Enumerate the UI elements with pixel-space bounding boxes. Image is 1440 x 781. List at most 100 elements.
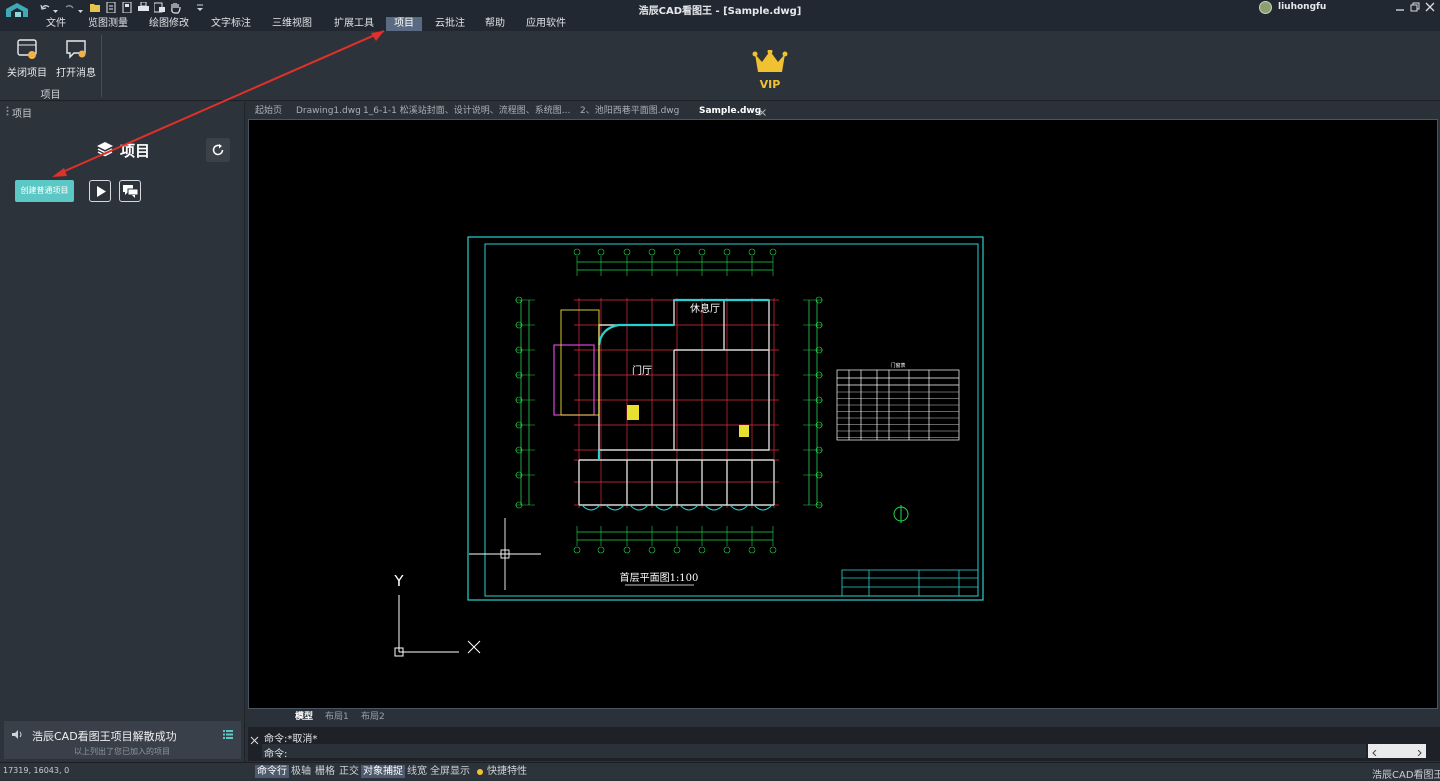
bay-arc (629, 504, 649, 511)
table-rows (837, 391, 959, 438)
command-window: 命令:*取消* 命令: (248, 727, 1440, 761)
title-bar: 浩辰CAD看图王 - [Sample.dwg] liuhongfu (0, 0, 1440, 27)
ribbon-group-divider (101, 35, 102, 97)
print-icon[interactable] (138, 1, 149, 13)
pan-hand-icon[interactable] (170, 2, 181, 14)
menu-file[interactable]: 文件 (43, 17, 69, 31)
menu-apps[interactable]: 应用软件 (523, 17, 569, 31)
menu-view-measure[interactable]: 览图测量 (85, 17, 131, 31)
axis-bubble (597, 248, 605, 256)
open-message-label: 打开消息 (56, 68, 96, 79)
scroll-right-icon[interactable] (1417, 748, 1422, 757)
notification-title: 浩辰CAD看图王项目解散成功 (32, 730, 177, 743)
menu-3d-view[interactable]: 三维视图 (269, 17, 315, 31)
speaker-icon (11, 729, 23, 740)
stair (739, 425, 749, 437)
document-tabs: 起始页 Drawing1.dwg 1_6-1-1 松溪站封面、设计说明、流程图、… (247, 102, 1440, 119)
scroll-left-icon[interactable] (1372, 748, 1377, 757)
toggle-grid[interactable]: 栅格 (315, 765, 335, 778)
panel-title: 项目 (120, 142, 151, 160)
customize-icon[interactable] (197, 4, 203, 12)
close-command-icon[interactable] (250, 736, 259, 745)
toggle-quick-properties[interactable]: 快捷特性 (487, 765, 527, 778)
open-message-button[interactable]: 打开消息 (53, 36, 99, 79)
avatar[interactable] (1259, 1, 1272, 14)
axis-bubble (698, 546, 706, 554)
layers-icon (96, 140, 114, 158)
close-tab-icon[interactable] (759, 108, 766, 116)
drag-handle-icon[interactable] (6, 106, 9, 116)
bay-arc (654, 504, 674, 511)
close-project-button[interactable]: 关闭项目 (4, 36, 50, 79)
chat-button[interactable] (119, 180, 141, 202)
tab-drawing1[interactable]: Drawing1.dwg (296, 104, 361, 118)
tab-songxi-station[interactable]: 1_6-1-1 松溪站封面、设计说明、流程图、系统图... (363, 104, 574, 118)
status-bar: 17319, 16043, 0 命令行 极轴 栅格 正交 对象捕捉 线宽 全屏显… (0, 762, 1440, 781)
minimize-icon[interactable] (1395, 2, 1405, 12)
toggle-fullscreen[interactable]: 全屏显示 (430, 765, 470, 778)
menu-help[interactable]: 帮助 (482, 17, 508, 31)
chevron-down-icon[interactable] (78, 6, 83, 13)
menu-text-annotation[interactable]: 文字标注 (208, 17, 254, 31)
play-button[interactable] (89, 180, 111, 202)
tab-model[interactable]: 模型 (295, 709, 313, 722)
toggle-lineweight[interactable]: 线宽 (407, 765, 427, 778)
close-project-label: 关闭项目 (7, 68, 47, 79)
drawing-frame-inner (484, 243, 979, 597)
menu-extension-tools[interactable]: 扩展工具 (331, 17, 377, 31)
new-file-icon[interactable] (106, 1, 116, 14)
toggle-ortho[interactable]: 正交 (339, 765, 359, 778)
layout-tabs: 模型 布局1 布局2 (248, 709, 1438, 722)
vip-crown-icon[interactable] (752, 49, 788, 76)
vip-label[interactable]: VIP (752, 78, 788, 91)
undo-icon[interactable] (40, 3, 50, 13)
tab-sample[interactable]: Sample.dwg (699, 104, 761, 118)
axis-bubble (597, 546, 605, 554)
plan-title: 首层平面图1:100 (620, 571, 699, 584)
toggle-osnap[interactable]: 对象捕捉 (361, 765, 405, 778)
menu-cloud-annotation[interactable]: 云批注 (432, 17, 468, 31)
ucs-icon (394, 595, 481, 657)
tab-layout2[interactable]: 布局2 (361, 709, 385, 722)
username[interactable]: liuhongfu (1278, 2, 1326, 12)
axis-bubble (698, 248, 706, 256)
play-icon (97, 186, 107, 197)
tab-start-page[interactable]: 起始页 (255, 104, 282, 118)
chevron-down-icon[interactable] (53, 6, 58, 13)
close-icon[interactable] (1425, 2, 1435, 12)
command-scrollbar[interactable] (1368, 744, 1426, 758)
bay-arc (605, 504, 625, 511)
bay-arc (729, 504, 749, 511)
axis-bubble (573, 248, 581, 256)
command-input[interactable]: 命令: (262, 744, 1366, 760)
restore-icon[interactable] (1410, 2, 1420, 12)
refresh-icon (211, 143, 225, 157)
toggle-command-line[interactable]: 命令行 (255, 765, 289, 778)
list-icon[interactable] (223, 730, 233, 739)
drawing-frame-outer (467, 236, 984, 601)
open-folder-icon[interactable] (90, 2, 101, 13)
drawing-canvas[interactable]: Y 休息厅 门厅 门窗表 首层平面图1:100 (248, 119, 1438, 709)
axis-bubble (573, 546, 581, 554)
axis-bubble (723, 248, 731, 256)
quick-access-toolbar (40, 1, 210, 15)
create-project-button[interactable]: 创建普通项目 (15, 180, 74, 202)
axis-bubble (748, 546, 756, 554)
door-table-title: 门窗表 (890, 362, 905, 369)
tab-chiyang-plan[interactable]: 2、池阳西巷平面图.dwg (580, 104, 679, 118)
axis-bubble (673, 248, 681, 256)
menu-project[interactable]: 项目 (386, 17, 422, 31)
axis-bubble (623, 248, 631, 256)
axis-bubble (623, 546, 631, 554)
toggle-polar[interactable]: 极轴 (291, 765, 311, 778)
bay-arc (753, 504, 773, 511)
project-panel: 项目 项目 创建普通项目 浩辰CAD看图王项目解散成功 以上列出了您已加入的项目 (0, 102, 245, 762)
refresh-button[interactable] (206, 138, 230, 162)
canopy-outline (560, 309, 600, 416)
save-icon[interactable] (122, 1, 132, 14)
tab-layout1[interactable]: 布局1 (325, 709, 349, 722)
redo-icon[interactable] (65, 3, 75, 13)
menu-draw-modify[interactable]: 绘图修改 (146, 17, 192, 31)
entrance-steps (553, 344, 595, 416)
batch-print-icon[interactable] (153, 2, 165, 13)
